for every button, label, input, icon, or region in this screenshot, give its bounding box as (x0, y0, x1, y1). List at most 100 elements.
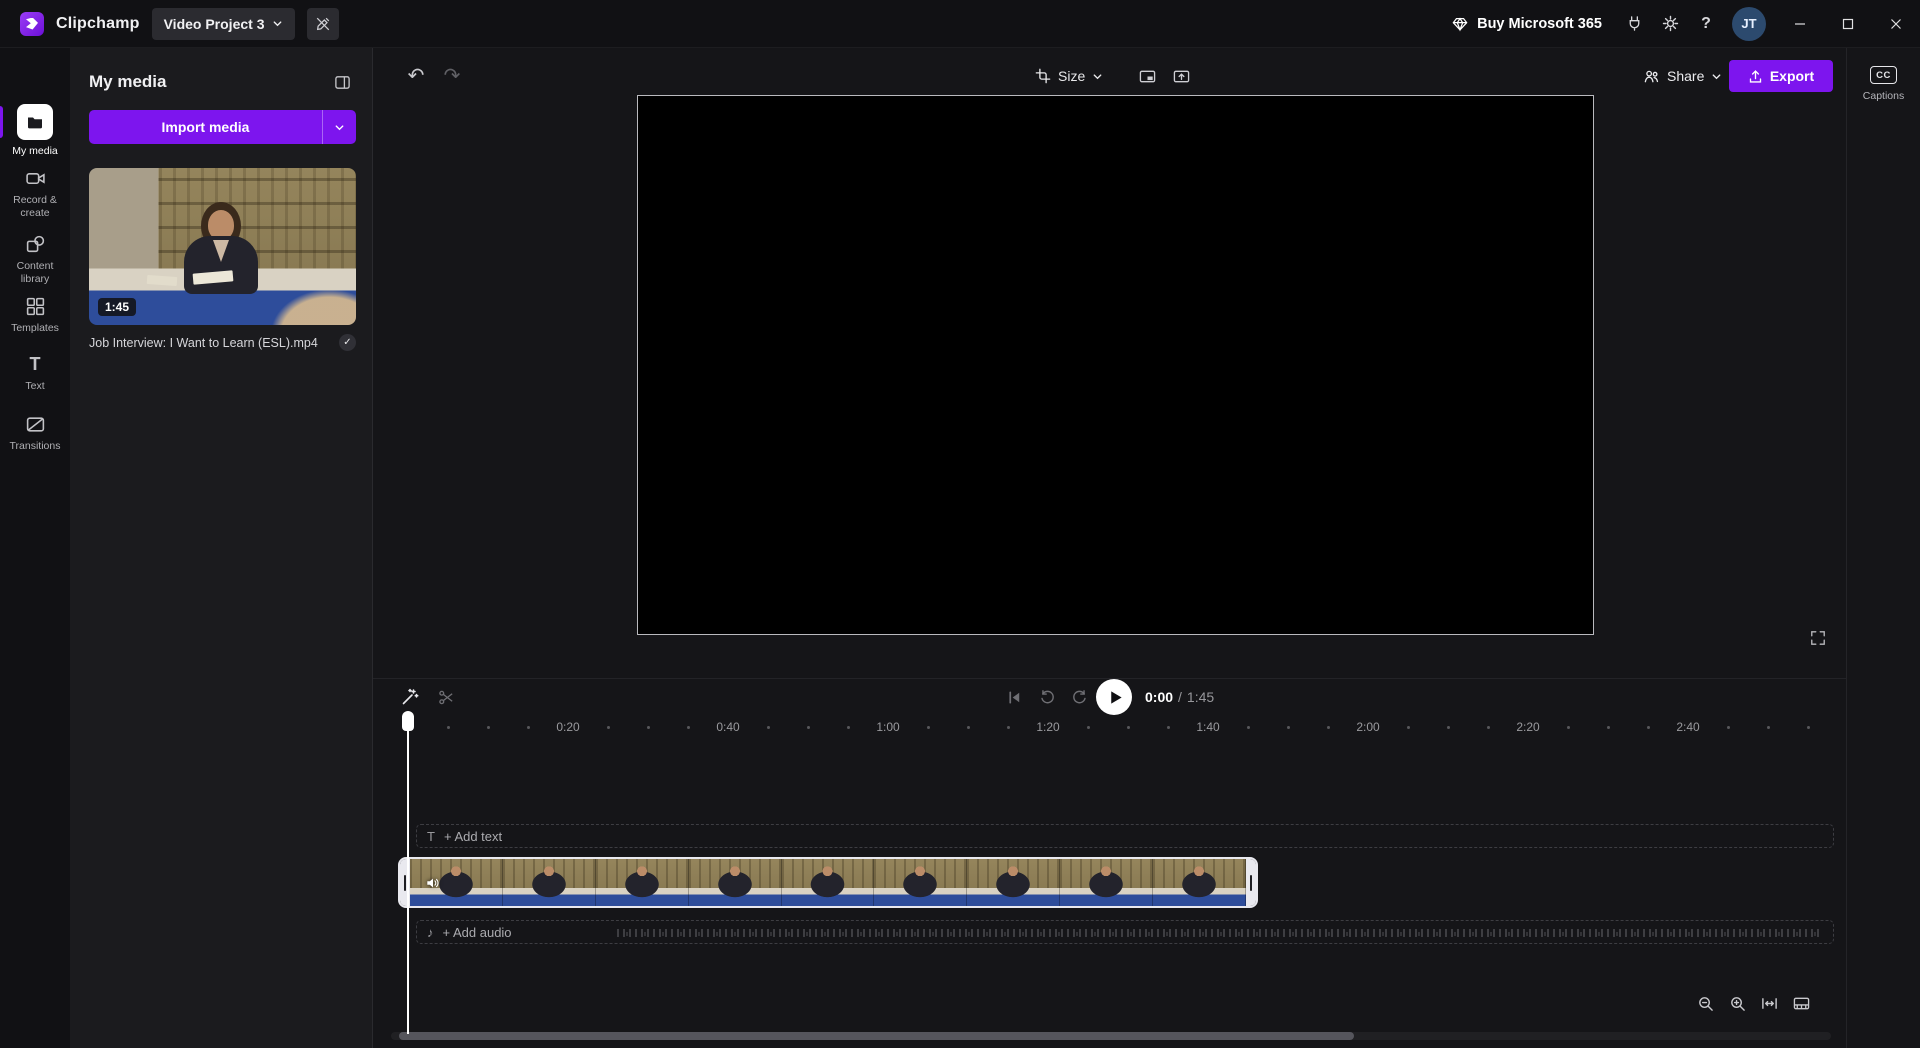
window-minimize-button[interactable] (1776, 0, 1824, 48)
import-media-dropdown[interactable] (322, 110, 356, 144)
window-maximize-button[interactable] (1824, 0, 1872, 48)
timeline-view-button[interactable] (1787, 989, 1815, 1017)
share-dropdown[interactable]: Share (1631, 60, 1734, 92)
sidebar-item-my-media[interactable]: My media (0, 104, 70, 158)
buy-microsoft-365-button[interactable]: Buy Microsoft 365 (1438, 0, 1616, 48)
sidebar-item-label: Text (25, 380, 44, 393)
import-media-split-button: Import media (89, 110, 356, 144)
sidebar-item-label: Content library (4, 260, 66, 285)
ruler-label: 2:20 (1508, 718, 1548, 736)
split-button[interactable] (431, 682, 461, 712)
music-note-icon: ♪ (427, 925, 434, 940)
timeline-scrollbar[interactable] (391, 1032, 1831, 1040)
sidebar-item-label: My media (12, 145, 58, 158)
sidebar-item-templates[interactable]: Templates (0, 296, 70, 335)
captions-icon: CC (1870, 66, 1897, 84)
magic-tools-button[interactable] (395, 682, 425, 712)
ruler-dot (1108, 718, 1148, 736)
skip-to-start-button[interactable] (999, 682, 1029, 712)
ruler-dot (948, 718, 988, 736)
help-icon: ? (1701, 15, 1711, 33)
settings-button[interactable] (1652, 6, 1688, 42)
text-track-icon: T (427, 829, 435, 844)
titlebar: Clipchamp Video Project 3 Buy Microsoft … (0, 0, 1920, 48)
redo-button[interactable]: ↷ (435, 59, 469, 93)
ruler-dot (1148, 718, 1188, 736)
film-frame (503, 859, 596, 906)
zoom-out-button[interactable] (1691, 989, 1719, 1017)
chevron-down-icon (1711, 71, 1722, 82)
captions-label: Captions (1863, 90, 1904, 102)
picture-in-picture-button[interactable] (1133, 62, 1161, 90)
help-button[interactable]: ? (1688, 6, 1724, 42)
ruler-dot (908, 718, 948, 736)
ruler-label: 0:40 (708, 718, 748, 736)
media-filename: Job Interview: I Want to Learn (ESL).mp4 (89, 336, 331, 350)
picture-in-picture-icon (1139, 68, 1156, 85)
timeline-ruler[interactable]: 0:200:401:001:201:402:002:202:40 (428, 718, 1828, 736)
ruler-dot (1708, 718, 1748, 736)
magic-wand-icon (401, 688, 419, 706)
video-clip[interactable] (398, 857, 1258, 908)
sidebar-item-record-create[interactable]: Record & create (0, 168, 70, 219)
film-frame (782, 859, 875, 906)
import-media-button[interactable]: Import media (89, 110, 322, 144)
size-dropdown[interactable]: Size (1025, 60, 1113, 92)
editing-disabled-button[interactable] (307, 8, 339, 40)
fit-width-icon (1761, 995, 1778, 1012)
collapse-panel-button[interactable] (328, 68, 356, 96)
timeline-scrollbar-thumb[interactable] (399, 1032, 1354, 1040)
add-audio-track[interactable]: ♪ + Add audio (416, 920, 1834, 944)
fullscreen-button[interactable] (1805, 625, 1831, 651)
captions-panel-button[interactable]: CC Captions (1863, 66, 1904, 102)
gear-icon (1662, 15, 1679, 32)
screenshot-icon (1173, 68, 1190, 85)
left-nav-sidebar: My media Record & create Content library… (0, 48, 70, 1048)
project-name-dropdown[interactable]: Video Project 3 (152, 8, 295, 40)
screenshot-button[interactable] (1167, 62, 1195, 90)
film-frame (874, 859, 967, 906)
share-label: Share (1667, 68, 1704, 84)
duration-badge: 1:45 (98, 298, 136, 316)
minimize-icon (1794, 18, 1806, 30)
connected-apps-button[interactable] (1616, 6, 1652, 42)
sidebar-item-transitions[interactable]: Transitions (0, 414, 70, 453)
seek-forward-button[interactable] (1064, 682, 1094, 712)
undo-button[interactable]: ↶ (399, 59, 433, 93)
seek-back-button[interactable] (1032, 682, 1062, 712)
time-display: 0:00 / 1:45 (1145, 689, 1214, 705)
sidebar-item-text[interactable]: T Text (0, 354, 70, 393)
ruler-label: 0:20 (548, 718, 588, 736)
undo-icon: ↶ (408, 66, 425, 86)
export-label: Export (1770, 68, 1814, 84)
media-item[interactable]: 1:45 Job Interview: I Want to Learn (ESL… (89, 168, 356, 351)
playhead[interactable] (402, 711, 414, 1036)
zoom-in-button[interactable] (1723, 989, 1751, 1017)
size-label: Size (1058, 68, 1085, 84)
clip-trim-handle-right[interactable] (1246, 859, 1256, 906)
ruler-label: 1:00 (868, 718, 908, 736)
ruler-dot (1468, 718, 1508, 736)
chevron-down-icon (272, 18, 283, 29)
zoom-to-fit-button[interactable] (1755, 989, 1783, 1017)
window-close-button[interactable] (1872, 0, 1920, 48)
seek-forward-icon (1071, 689, 1088, 706)
playhead-handle[interactable] (402, 711, 414, 731)
export-button[interactable]: Export (1729, 60, 1833, 92)
ruler-dot (1268, 718, 1308, 736)
video-preview-canvas[interactable] (637, 95, 1594, 635)
titlebar-left: Clipchamp Video Project 3 (0, 8, 339, 40)
ruler-label: 1:20 (1028, 718, 1068, 736)
add-text-track[interactable]: T + Add text (416, 824, 1834, 848)
play-icon (1107, 689, 1124, 706)
sidebar-item-content-library[interactable]: Content library (0, 234, 70, 285)
imported-check-icon: ✓ (339, 334, 356, 351)
video-thumbnail[interactable]: 1:45 (89, 168, 356, 325)
ruler-dot (588, 718, 628, 736)
zoom-in-icon (1729, 995, 1746, 1012)
fullscreen-icon (1810, 630, 1826, 646)
film-frame (1060, 859, 1153, 906)
play-button[interactable] (1096, 679, 1132, 715)
ruler-label: 2:00 (1348, 718, 1388, 736)
account-avatar[interactable]: JT (1732, 7, 1766, 41)
